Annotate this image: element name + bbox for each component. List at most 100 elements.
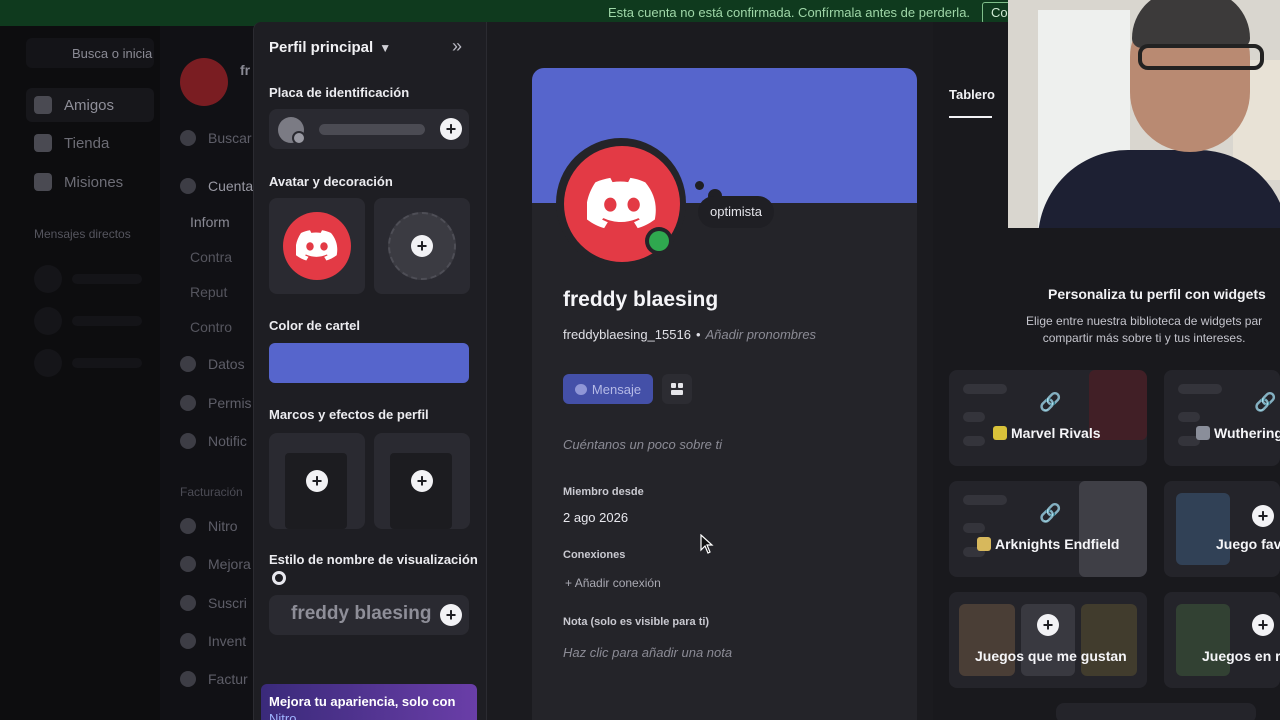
widget-label: Wuthering xyxy=(1196,425,1280,441)
widget-label: Juegos que me gustan xyxy=(975,648,1127,664)
add-effect-button[interactable]: + xyxy=(411,470,433,492)
promo-text: Mejora tu apariencia, solo con xyxy=(269,694,456,709)
friends-icon xyxy=(34,96,52,114)
username-row: freddyblaesing_15516 • Añadir pronombres xyxy=(563,327,817,342)
mouse-cursor-icon xyxy=(700,534,714,554)
add-widget-button[interactable]: + xyxy=(1252,505,1274,527)
background-settings-column: fr Buscar Cuenta Inform Contra Reput Con… xyxy=(160,26,260,720)
add-widget-button[interactable]: + xyxy=(1252,614,1274,636)
widgets-subtitle-line: compartir más sobre ti y tus intereses. xyxy=(1042,331,1246,345)
profile-frame-tile[interactable]: + xyxy=(269,433,365,529)
name-style-text: freddy blaesing xyxy=(291,603,432,624)
add-widget-button[interactable]: + xyxy=(1037,614,1059,636)
bg-settings-notifications: Notific xyxy=(180,433,247,449)
tab-dashboard[interactable]: Tablero xyxy=(949,87,995,102)
note-label: Nota (solo es visible para ti) xyxy=(563,616,710,628)
banner-color-title: Color de cartel xyxy=(269,318,361,333)
game-art xyxy=(1081,604,1137,676)
search-icon xyxy=(180,130,196,146)
game-art xyxy=(1079,481,1147,577)
bg-nav-quests: Misiones xyxy=(26,165,154,199)
widget-label: Marvel Rivals xyxy=(993,425,1101,441)
bg-settings-sub: Contro xyxy=(190,319,233,335)
webcam-overlay xyxy=(1008,0,1280,228)
profile-effect-tile[interactable]: + xyxy=(374,433,470,529)
widgets-subtitle-line: Elige entre nuestra biblioteca de widget… xyxy=(1026,314,1263,328)
add-decoration-button[interactable]: + xyxy=(411,235,433,257)
online-status-icon xyxy=(645,227,673,255)
add-name-style-button[interactable]: + xyxy=(440,604,462,626)
message-button-label: Mensaje xyxy=(591,381,642,397)
nitro-link[interactable]: Nitro xyxy=(269,711,296,720)
message-button[interactable]: Mensaje xyxy=(563,374,653,404)
widget-partial[interactable] xyxy=(1056,703,1256,720)
custom-status-bubble[interactable]: optimista xyxy=(698,196,775,228)
widget-liked-games[interactable]: + Juegos que me gustan xyxy=(949,592,1147,688)
bg-avatar xyxy=(180,58,228,106)
widgets-subtitle: Elige entre nuestra biblioteca de widget… xyxy=(1026,313,1262,347)
widget-label: Arknights Endfield xyxy=(977,536,1119,552)
bell-icon xyxy=(180,433,196,449)
connections-label: Conexiones xyxy=(563,549,626,561)
widget-marvel-rivals[interactable]: 🔗 Marvel Rivals xyxy=(949,370,1147,466)
bg-nav-store: Tienda xyxy=(26,126,154,160)
banner-color-swatch[interactable] xyxy=(269,343,469,383)
game-art xyxy=(1176,604,1230,676)
note-input[interactable]: Haz clic para añadir una nota xyxy=(563,645,732,660)
add-pronouns-link[interactable]: Añadir pronombres xyxy=(706,327,817,342)
discord-logo-icon xyxy=(283,212,351,280)
username: freddyblaesing_15516 xyxy=(563,327,691,342)
profile-selector[interactable]: Perfil principal ▼ xyxy=(269,39,391,56)
frames-section-title: Marcos y efectos de perfil xyxy=(269,407,429,422)
gamepad-icon xyxy=(671,383,683,395)
game-art xyxy=(1176,493,1230,565)
bg-dm-header: Mensajes directos xyxy=(34,227,131,241)
bg-settings-data: Datos xyxy=(180,356,245,372)
name-style-title: Estilo de nombre de visualización xyxy=(269,552,478,567)
game-icon xyxy=(993,426,1007,440)
avatar-tile[interactable] xyxy=(269,198,365,294)
badge-section-title: Placa de identificación xyxy=(269,85,410,100)
nitro-icon xyxy=(180,518,196,534)
bio-placeholder[interactable]: Cuéntanos un poco sobre ti xyxy=(563,437,722,452)
bg-billing-boost: Mejora xyxy=(180,556,251,572)
bg-billing-header: Facturación xyxy=(180,485,243,499)
widget-label: Juego fav xyxy=(1216,536,1280,552)
bg-settings-sub: Contra xyxy=(190,249,233,265)
bg-search-input: Busca o inicia u xyxy=(26,38,154,68)
refresh-icon xyxy=(180,595,196,611)
add-nameplate-button[interactable]: + xyxy=(440,118,462,140)
tab-underline xyxy=(949,116,992,118)
decoration-tile[interactable]: + xyxy=(374,198,470,294)
widget-label: Juegos en re xyxy=(1202,648,1280,664)
add-connection-label: Añadir conexión xyxy=(574,576,661,590)
user-icon xyxy=(180,178,196,194)
profile-card: optimista freddy blaesing freddyblaesing… xyxy=(532,68,917,720)
nameplate-preview[interactable]: + xyxy=(269,109,469,149)
member-since-label: Miembro desde xyxy=(563,486,644,498)
widget-arknights[interactable]: 🔗 Arknights Endfield xyxy=(949,481,1147,577)
widget-wuthering[interactable]: 🔗 Wuthering xyxy=(1164,370,1280,466)
display-name: freddy blaesing xyxy=(563,288,719,311)
bg-settings-permissions: Permis xyxy=(180,395,252,411)
more-options-button[interactable] xyxy=(662,374,692,404)
collapse-panel-icon[interactable]: » xyxy=(452,36,462,57)
bg-settings-search: Buscar xyxy=(180,130,252,146)
avatar-section-title: Avatar y decoración xyxy=(269,174,393,189)
widget-games-rotation[interactable]: + Juegos en re xyxy=(1164,592,1280,688)
nitro-promo-banner[interactable]: Mejora tu apariencia, solo con Nitro xyxy=(261,684,477,720)
add-connection-button[interactable]: + Añadir conexión xyxy=(565,576,661,590)
add-frame-button[interactable]: + xyxy=(306,470,328,492)
gift-icon xyxy=(180,633,196,649)
quests-icon xyxy=(34,173,52,191)
nameplate-avatar xyxy=(278,117,306,145)
name-style-preview[interactable]: freddy blaesing + xyxy=(269,595,469,635)
thought-dot xyxy=(695,181,704,190)
nitro-badge-icon xyxy=(272,571,286,585)
bg-billing-nitro: Nitro xyxy=(180,518,238,534)
widgets-title: Personaliza tu perfil con widgets xyxy=(1048,286,1266,302)
widget-favorite-game[interactable]: + Juego fav xyxy=(1164,481,1280,577)
bg-settings-sub: Reput xyxy=(190,284,228,300)
store-icon xyxy=(34,134,52,152)
bg-settings-account: Cuenta xyxy=(180,178,253,194)
